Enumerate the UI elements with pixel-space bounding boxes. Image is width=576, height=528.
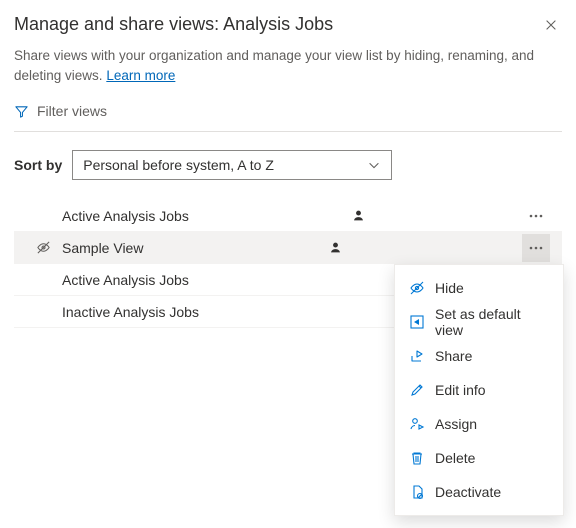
sort-by-label: Sort by (14, 157, 62, 173)
view-label: Inactive Analysis Jobs (54, 304, 374, 320)
set-default-icon (409, 314, 425, 330)
view-label: Active Analysis Jobs (54, 208, 346, 224)
dialog-title: Manage and share views: Analysis Jobs (14, 14, 333, 35)
menu-item-set-default[interactable]: Set as default view (395, 305, 563, 339)
deactivate-icon (409, 484, 425, 500)
menu-label: Hide (435, 280, 464, 296)
dialog-description: Share views with your organization and m… (14, 46, 562, 85)
menu-item-delete[interactable]: Delete (395, 441, 563, 475)
assign-icon (409, 416, 425, 432)
menu-label: Deactivate (435, 484, 501, 500)
hide-icon (409, 280, 425, 296)
view-label: Active Analysis Jobs (54, 272, 369, 288)
menu-item-share[interactable]: Share (395, 339, 563, 373)
sort-by-select[interactable]: Personal before system, A to Z (72, 150, 392, 180)
more-button[interactable] (522, 202, 550, 230)
menu-item-hide[interactable]: Hide (395, 271, 563, 305)
menu-item-edit-info[interactable]: Edit info (395, 373, 563, 407)
view-label: Sample View (54, 240, 323, 256)
more-button[interactable] (522, 234, 550, 262)
view-row[interactable]: Active Analysis Jobs (14, 200, 562, 232)
menu-label: Delete (435, 450, 475, 466)
description-text: Share views with your organization and m… (14, 48, 534, 83)
filter-views-button[interactable]: Filter views (14, 103, 562, 132)
hidden-indicator (32, 240, 54, 255)
person-icon (352, 209, 365, 222)
person-icon (329, 241, 342, 254)
share-icon (409, 348, 425, 364)
filter-label: Filter views (37, 103, 107, 119)
menu-item-assign[interactable]: Assign (395, 407, 563, 441)
close-icon (544, 18, 558, 32)
menu-label: Edit info (435, 382, 486, 398)
edit-icon (409, 382, 425, 398)
menu-label: Assign (435, 416, 477, 432)
sort-by-value: Personal before system, A to Z (83, 157, 274, 173)
chevron-down-icon (367, 158, 381, 172)
learn-more-link[interactable]: Learn more (106, 68, 175, 83)
menu-label: Set as default view (435, 306, 549, 338)
view-row[interactable]: Sample View (14, 232, 562, 264)
filter-icon (14, 104, 29, 119)
menu-label: Share (435, 348, 472, 364)
close-button[interactable] (540, 14, 562, 36)
context-menu: Hide Set as default view Share Edit info… (394, 264, 564, 516)
delete-icon (409, 450, 425, 466)
menu-item-deactivate[interactable]: Deactivate (395, 475, 563, 509)
